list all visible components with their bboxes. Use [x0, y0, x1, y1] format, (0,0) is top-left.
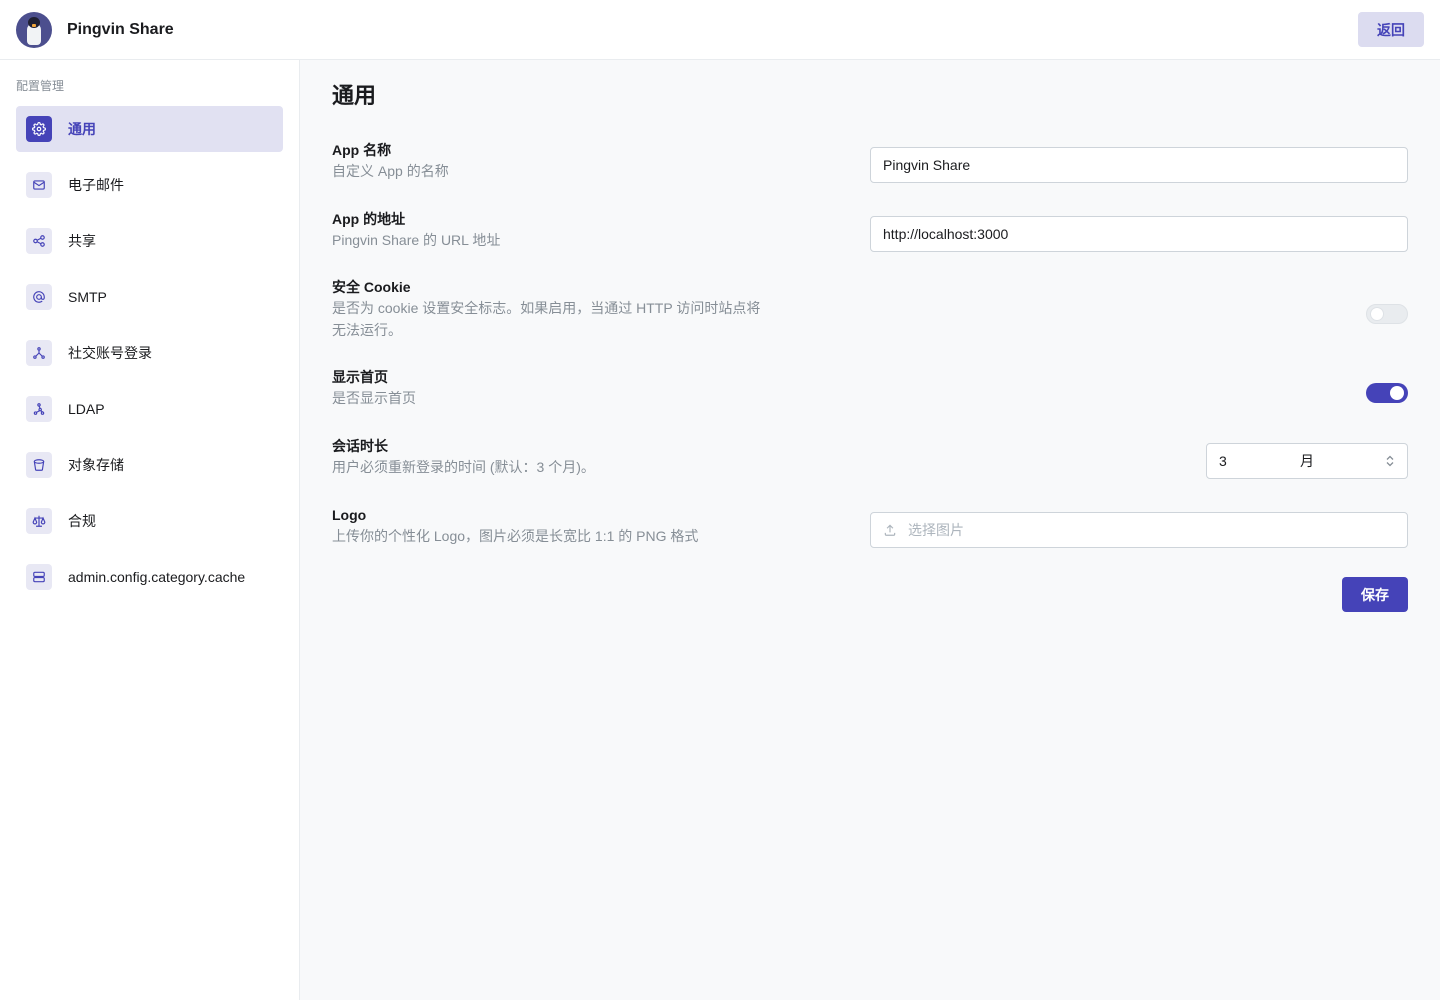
setting-description: Pingvin Share 的 URL 地址 [332, 232, 501, 248]
setting-app-url: App 的地址 Pingvin Share 的 URL 地址 http://lo… [332, 209, 1408, 252]
setting-description: 用户必须重新登录的时间 (默认：3 个月)。 [332, 459, 595, 475]
sidebar-item-share[interactable]: 共享 [16, 218, 283, 264]
session-unit-select[interactable]: 月 [1288, 443, 1408, 479]
app-title[interactable]: Pingvin Share [67, 21, 174, 39]
sidebar-item-smtp[interactable]: SMTP [16, 274, 283, 320]
app-url-input[interactable]: http://localhost:3000 [870, 216, 1408, 252]
setting-label: 显示首页 [332, 369, 388, 385]
setting-secure-cookie: 安全 Cookie 是否为 cookie 设置安全标志。如果启用，当通过 HTT… [332, 277, 1408, 341]
ldap-icon [26, 396, 52, 422]
main-content: 通用 App 名称 自定义 App 的名称 Pingvin Share App … [300, 60, 1440, 1000]
share-icon [26, 228, 52, 254]
sidebar-item-label: 共享 [68, 233, 96, 249]
sidebar-heading: 配置管理 [16, 79, 65, 93]
sidebar-item-label: 合规 [68, 513, 96, 529]
sidebar-item-label: 对象存储 [68, 457, 124, 473]
setting-description: 上传你的个性化 Logo，图片必须是长宽比 1:1 的 PNG 格式 [332, 528, 699, 544]
social-icon [26, 340, 52, 366]
sidebar-item-social-login[interactable]: 社交账号登录 [16, 330, 283, 376]
session-unit-value: 月 [1300, 453, 1314, 469]
app-name-input[interactable]: Pingvin Share [870, 147, 1408, 183]
setting-label: 安全 Cookie [332, 279, 411, 295]
setting-app-name: App 名称 自定义 App 的名称 Pingvin Share [332, 140, 1408, 183]
sidebar-item-label: 电子邮件 [68, 177, 124, 193]
sidebar-item-compliance[interactable]: 合规 [16, 498, 283, 544]
sidebar-item-label: LDAP [68, 401, 105, 417]
save-button[interactable]: 保存 [1342, 577, 1408, 612]
server-icon [26, 564, 52, 590]
scale-icon [26, 508, 52, 534]
logo-file-placeholder: 选择图片 [908, 522, 964, 538]
app-logo[interactable] [16, 11, 52, 48]
setting-logo: Logo 上传你的个性化 Logo，图片必须是长宽比 1:1 的 PNG 格式 … [332, 505, 1408, 548]
sidebar-item-label: admin.config.category.cache [68, 569, 246, 585]
toggle-knob [1390, 386, 1404, 400]
setting-description: 自定义 App 的名称 [332, 163, 449, 179]
bucket-icon [26, 452, 52, 478]
top-header: Pingvin Share 返回 [0, 0, 1440, 60]
sidebar: 配置管理 通用 电子邮件 共享 SMTP 社交账号登录 LDAP 对象存储 合规… [0, 60, 300, 1000]
sidebar-item-label: SMTP [68, 289, 107, 305]
mail-icon [26, 172, 52, 198]
toggle-knob [1370, 307, 1384, 321]
sidebar-item-label: 通用 [68, 121, 96, 137]
sidebar-item-cache[interactable]: admin.config.category.cache [16, 554, 283, 600]
setting-show-home: 显示首页 是否显示首页 [332, 367, 1408, 409]
setting-session-duration: 会话时长 用户必须重新登录的时间 (默认：3 个月)。 3 月 [332, 436, 1408, 479]
at-icon [26, 284, 52, 310]
page-title: 通用 [332, 83, 377, 108]
setting-description: 是否显示首页 [332, 390, 416, 406]
session-duration-input[interactable]: 3 [1206, 443, 1289, 479]
back-button[interactable]: 返回 [1358, 12, 1424, 47]
logo-file-input[interactable]: 选择图片 [870, 512, 1408, 548]
secure-cookie-toggle[interactable] [1366, 304, 1408, 324]
setting-description: 是否为 cookie 设置安全标志。如果启用，当通过 HTTP 访问时站点将无法… [332, 300, 761, 338]
sidebar-item-general[interactable]: 通用 [16, 106, 283, 152]
sidebar-item-ldap[interactable]: LDAP [16, 386, 283, 432]
sidebar-item-label: 社交账号登录 [68, 345, 152, 361]
show-home-toggle[interactable] [1366, 383, 1408, 403]
gear-icon [26, 116, 52, 142]
chevron-up-down-icon [1385, 455, 1395, 467]
sidebar-item-email[interactable]: 电子邮件 [16, 162, 283, 208]
sidebar-item-object-storage[interactable]: 对象存储 [16, 442, 283, 488]
upload-icon [883, 523, 897, 537]
